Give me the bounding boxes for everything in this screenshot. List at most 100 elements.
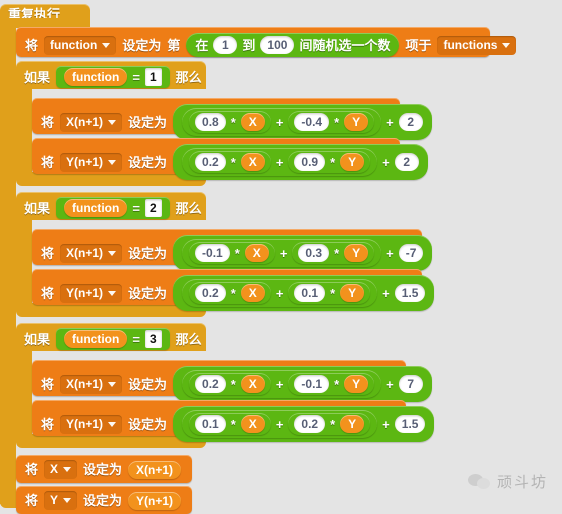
set-yn1-block-3[interactable]: 将 Y(n+1) 设定为 0.1 * X + 0.2 * Y + 1.5: [32, 400, 435, 442]
add-block-outer[interactable]: -0.1 * X + 0.3 * Y + -7: [173, 235, 433, 271]
equals-block-2[interactable]: function = 2: [56, 197, 170, 219]
variable-x[interactable]: X: [240, 153, 265, 171]
condition-value-3[interactable]: 3: [144, 330, 162, 348]
variable-x[interactable]: X: [240, 113, 265, 131]
set-xn1-block-2[interactable]: 将 X(n+1) 设定为 -0.1 * X + 0.3 * Y + -7: [32, 229, 433, 271]
multiply-block-y[interactable]: 0.2 * Y: [288, 413, 371, 435]
constant-c-input[interactable]: 1.5: [394, 415, 426, 433]
set-label: 将: [41, 245, 55, 261]
add-block-outer[interactable]: 0.8 * X + -0.4 * Y + 2: [173, 104, 432, 140]
coefficient-b-input[interactable]: 0.3: [298, 244, 330, 262]
variable-y[interactable]: Y: [344, 244, 369, 262]
variable-y[interactable]: Y: [344, 375, 369, 393]
variable-dropdown-xn1[interactable]: X(n+1): [60, 243, 123, 263]
multiply-block-y[interactable]: -0.1 * Y: [288, 373, 375, 395]
value-reporter-xn1[interactable]: X(n+1): [128, 460, 182, 479]
condition-value-1[interactable]: 1: [144, 68, 162, 86]
constant-c-input[interactable]: 1.5: [394, 284, 426, 302]
variable-dropdown-xn1[interactable]: X(n+1): [60, 374, 123, 394]
multiply-block-x[interactable]: 0.2 * X: [189, 373, 271, 395]
set-yn1-block-2[interactable]: 将 Y(n+1) 设定为 0.2 * X + 0.1 * Y + 1.5: [32, 269, 435, 311]
variable-dropdown-y[interactable]: Y: [44, 491, 78, 510]
coefficient-a-input[interactable]: 0.2: [195, 284, 226, 302]
pick-random-suffix: 间随机选一个数: [299, 37, 391, 53]
of-list-label: 项于: [405, 37, 432, 53]
set-yn1-block-1[interactable]: 将 Y(n+1) 设定为 0.2 * X + 0.9 * Y + 2: [32, 138, 428, 180]
condition-variable-2[interactable]: function: [64, 199, 128, 217]
to-label: 设定为: [128, 114, 168, 130]
variable-y[interactable]: Y: [340, 153, 365, 171]
constant-c-input[interactable]: 2: [398, 113, 423, 131]
coefficient-b-input[interactable]: 0.1: [294, 284, 326, 302]
variable-dropdown-xn1[interactable]: X(n+1): [60, 112, 123, 132]
condition-variable-3[interactable]: function: [64, 330, 128, 348]
coefficient-b-input[interactable]: -0.1: [294, 375, 330, 393]
if-label: 如果: [24, 200, 51, 216]
add-block-outer[interactable]: 0.2 * X + 0.1 * Y + 1.5: [173, 275, 435, 311]
coefficient-a-input[interactable]: 0.2: [195, 375, 226, 393]
condition-variable-1[interactable]: function: [64, 68, 128, 86]
variable-dropdown-function[interactable]: function: [44, 35, 117, 55]
add-block-outer[interactable]: 0.2 * X + -0.1 * Y + 7: [173, 366, 432, 402]
item-label: 第: [167, 37, 181, 53]
random-to-input[interactable]: 100: [260, 36, 295, 54]
if-block-2-header[interactable]: 如果 function = 2 那么: [16, 192, 206, 220]
coefficient-a-input[interactable]: 0.8: [195, 113, 226, 131]
multiply-block-x[interactable]: 0.8 * X: [189, 111, 271, 133]
multiply-block-x[interactable]: -0.1 * X: [189, 242, 275, 264]
chevron-down-icon: [502, 42, 511, 48]
set-xn1-block-1[interactable]: 将 X(n+1) 设定为 0.8 * X + -0.4 * Y + 2: [32, 98, 432, 140]
add-block-outer[interactable]: 0.1 * X + 0.2 * Y + 1.5: [173, 406, 435, 442]
add-block-outer[interactable]: 0.2 * X + 0.9 * Y + 2: [173, 144, 428, 180]
variable-y[interactable]: Y: [344, 113, 369, 131]
add-block-inner[interactable]: 0.2 * X + 0.9 * Y: [182, 148, 378, 176]
equals-block-3[interactable]: function = 3: [56, 328, 170, 350]
variable-x[interactable]: X: [244, 244, 269, 262]
variable-dropdown-x[interactable]: X: [44, 460, 78, 479]
coefficient-b-input[interactable]: 0.2: [294, 415, 326, 433]
value-reporter-yn1[interactable]: Y(n+1): [128, 491, 182, 510]
set-function-block[interactable]: 将 function 设定为 第 在 1 到 100 间随机选一个数 项于 fu…: [16, 27, 517, 57]
if-block-2-left-arm: [16, 217, 32, 305]
add-block-inner[interactable]: 0.1 * X + 0.2 * Y: [182, 410, 378, 438]
constant-c-input[interactable]: 2: [394, 153, 419, 171]
multiply-block-x[interactable]: 0.1 * X: [189, 413, 271, 435]
list-dropdown-functions[interactable]: functions: [437, 35, 517, 55]
coefficient-a-input[interactable]: -0.1: [195, 244, 230, 262]
variable-dropdown-yn1[interactable]: Y(n+1): [60, 414, 123, 434]
variable-x[interactable]: X: [240, 415, 265, 433]
set-xn1-block-3[interactable]: 将 X(n+1) 设定为 0.2 * X + -0.1 * Y + 7: [32, 360, 432, 402]
if-block-3-header[interactable]: 如果 function = 3 那么: [16, 323, 206, 351]
variable-y[interactable]: Y: [340, 284, 365, 302]
coefficient-b-input[interactable]: 0.9: [294, 153, 326, 171]
multiply-block-y[interactable]: -0.4 * Y: [288, 111, 375, 133]
coefficient-a-input[interactable]: 0.1: [195, 415, 226, 433]
add-block-inner[interactable]: 0.2 * X + -0.1 * Y: [182, 370, 382, 398]
coefficient-a-input[interactable]: 0.2: [195, 153, 226, 171]
equals-block-1[interactable]: function = 1: [56, 66, 170, 88]
condition-value-2[interactable]: 2: [144, 199, 162, 217]
multiply-block-y[interactable]: 0.3 * Y: [292, 242, 375, 264]
add-block-inner[interactable]: -0.1 * X + 0.3 * Y: [182, 239, 382, 267]
coefficient-b-input[interactable]: -0.4: [294, 113, 330, 131]
multiply-block-x[interactable]: 0.2 * X: [189, 282, 271, 304]
variable-x[interactable]: X: [240, 284, 265, 302]
add-block-inner[interactable]: 0.2 * X + 0.1 * Y: [182, 279, 378, 307]
add-block-inner[interactable]: 0.8 * X + -0.4 * Y: [182, 108, 382, 136]
variable-y[interactable]: Y: [340, 415, 365, 433]
variable-dropdown-label: Y(n+1): [66, 285, 104, 300]
variable-dropdown-yn1[interactable]: Y(n+1): [60, 283, 123, 303]
set-label: 将: [25, 37, 39, 53]
pick-random-block[interactable]: 在 1 到 100 间随机选一个数: [186, 33, 400, 57]
multiply-block-x[interactable]: 0.2 * X: [189, 151, 271, 173]
set-x-block[interactable]: 将 X 设定为 X(n+1): [16, 455, 192, 483]
random-from-input[interactable]: 1: [213, 36, 238, 54]
multiply-block-y[interactable]: 0.9 * Y: [288, 151, 371, 173]
if-block-1-header[interactable]: 如果 function = 1 那么: [16, 61, 206, 89]
constant-c-input[interactable]: -7: [398, 244, 424, 262]
variable-x[interactable]: X: [240, 375, 265, 393]
constant-c-input[interactable]: 7: [398, 375, 423, 393]
variable-dropdown-yn1[interactable]: Y(n+1): [60, 152, 123, 172]
multiply-block-y[interactable]: 0.1 * Y: [288, 282, 371, 304]
set-label: 将: [25, 493, 39, 508]
